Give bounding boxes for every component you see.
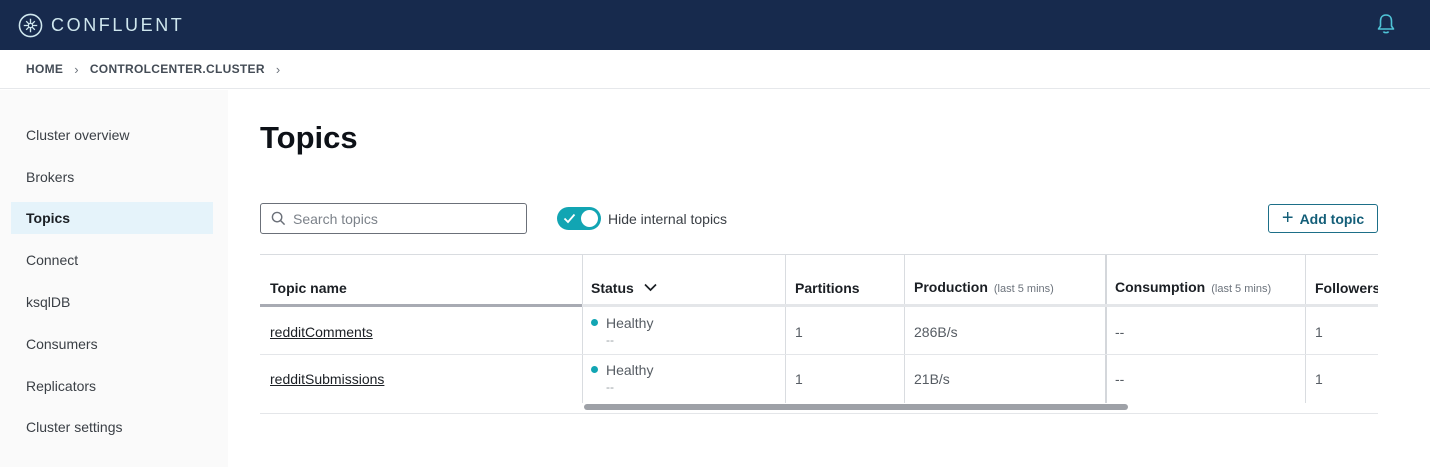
- column-divider: [785, 255, 786, 403]
- column-header-topic-name[interactable]: Topic name: [270, 280, 347, 296]
- sidebar-item-cluster-settings[interactable]: Cluster settings: [11, 411, 213, 443]
- bell-icon[interactable]: [1376, 13, 1396, 35]
- sidebar-item-consumers[interactable]: Consumers: [11, 328, 213, 360]
- breadcrumb: HOME › CONTROLCENTER.CLUSTER ›: [0, 50, 1430, 89]
- add-topic-button[interactable]: + Add topic: [1268, 204, 1378, 233]
- column-header-consumption[interactable]: Consumption (last 5 mins): [1115, 279, 1271, 295]
- chevron-right-icon: ›: [275, 61, 281, 77]
- production-value: 286B/s: [914, 324, 958, 340]
- plus-icon: +: [1281, 206, 1294, 229]
- status-sub: --: [606, 380, 614, 394]
- breadcrumb-cluster[interactable]: CONTROLCENTER.CLUSTER: [90, 62, 265, 76]
- column-divider: [1305, 255, 1306, 403]
- hide-internal-topics-toggle[interactable]: [557, 207, 601, 230]
- sidebar-item-ksqldb[interactable]: ksqlDB: [11, 286, 213, 318]
- sorted-column-indicator: [260, 304, 582, 307]
- status-dot-icon: [591, 319, 598, 326]
- topics-table: Topic name Status Partitions Production(…: [260, 254, 1378, 414]
- search-input[interactable]: [293, 210, 513, 227]
- production-value: 21B/s: [914, 371, 950, 387]
- status-sub: --: [606, 333, 614, 347]
- confluent-logo-icon: [18, 13, 43, 37]
- confluent-logo[interactable]: CONFLUENT: [18, 13, 184, 38]
- column-header-status[interactable]: Status: [591, 280, 657, 296]
- sidebar-item-topics[interactable]: Topics: [11, 202, 213, 234]
- consumption-value: --: [1115, 324, 1125, 340]
- toggle-label: Hide internal topics: [608, 211, 728, 227]
- top-navigation-bar: CONFLUENT: [0, 0, 1430, 50]
- row-separator: [260, 354, 1378, 355]
- partitions-value: 1: [795, 371, 803, 387]
- topic-link-redditsubmissions[interactable]: redditSubmissions: [270, 371, 384, 387]
- sidebar-item-brokers[interactable]: Brokers: [11, 161, 213, 193]
- horizontal-scrollbar[interactable]: [582, 402, 1378, 412]
- consumption-value: --: [1115, 371, 1125, 387]
- checkmark-icon: [563, 213, 576, 224]
- followers-value: 1: [1315, 324, 1323, 340]
- column-divider: [582, 255, 583, 403]
- status-badge: Healthy: [591, 362, 653, 378]
- breadcrumb-home[interactable]: HOME: [26, 62, 63, 76]
- sidebar-item-connect[interactable]: Connect: [11, 244, 213, 276]
- partitions-value: 1: [795, 324, 803, 340]
- table-bottom-border: [260, 413, 1378, 414]
- column-header-partitions[interactable]: Partitions: [795, 280, 860, 296]
- brand-name: CONFLUENT: [51, 14, 185, 35]
- followers-value: 1: [1315, 371, 1323, 387]
- add-topic-label: Add topic: [1299, 210, 1365, 227]
- chevron-down-icon: [644, 283, 657, 292]
- search-icon: [271, 211, 286, 226]
- column-divider: [1105, 255, 1107, 403]
- column-divider: [904, 255, 905, 403]
- column-header-production[interactable]: Production (last 5 mins): [914, 279, 1054, 295]
- search-box[interactable]: [260, 203, 527, 234]
- sidebar: Cluster overview Brokers Topics Connect …: [0, 90, 228, 467]
- status-dot-icon: [591, 366, 598, 373]
- status-badge: Healthy: [591, 315, 653, 331]
- scrollbar-thumb[interactable]: [584, 404, 1128, 410]
- page-title: Topics: [260, 120, 358, 155]
- sidebar-item-replicators[interactable]: Replicators: [11, 370, 213, 402]
- chevron-right-icon: ›: [74, 61, 79, 77]
- column-header-followers[interactable]: Followers: [1315, 280, 1378, 296]
- topic-link-redditcomments[interactable]: redditComments: [270, 324, 373, 340]
- sidebar-item-cluster-overview[interactable]: Cluster overview: [11, 119, 213, 151]
- toggle-knob: [581, 210, 598, 227]
